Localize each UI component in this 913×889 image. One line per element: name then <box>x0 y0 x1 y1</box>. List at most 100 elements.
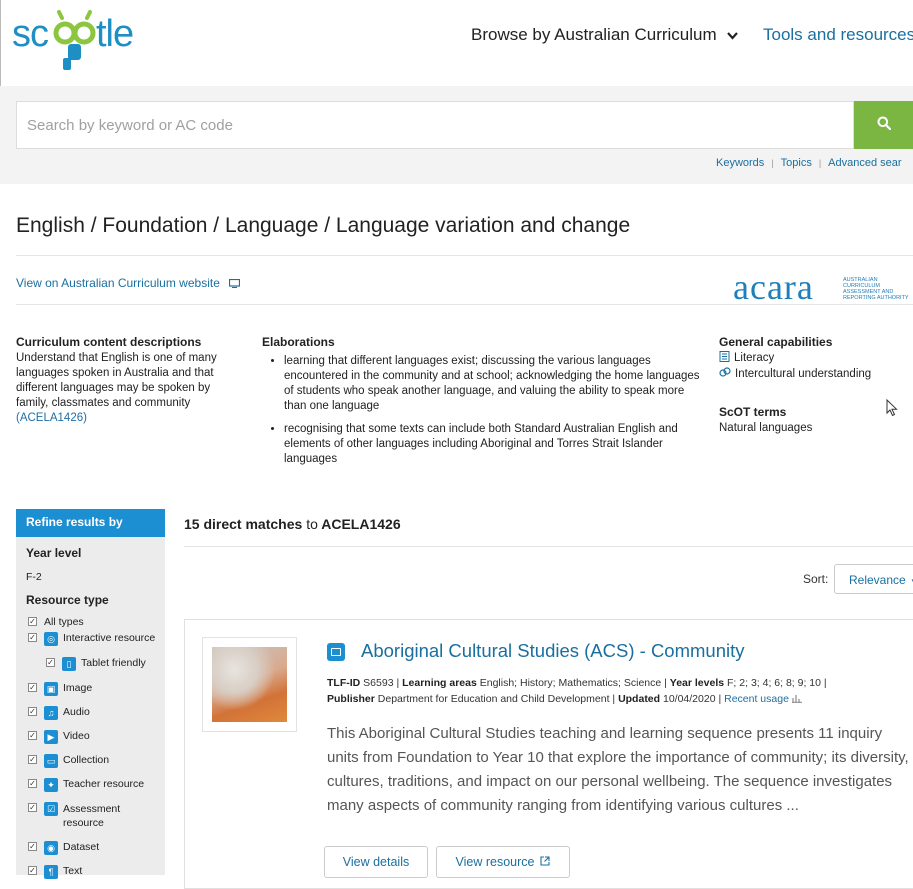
checkbox-checked-icon[interactable]: ✓ <box>28 803 37 812</box>
nav-tools-resources[interactable]: Tools and resources <box>763 25 913 45</box>
filter-video[interactable]: ✓ ▶ Video <box>28 730 90 744</box>
text-icon: ¶ <box>44 865 58 879</box>
dataset-icon: ◉ <box>44 841 58 855</box>
general-capabilities-heading: General capabilities <box>719 335 833 349</box>
result-description: This Aboriginal Cultural Studies teachin… <box>327 725 909 814</box>
learning-areas-value: English; History; Mathematics; Science <box>479 677 662 689</box>
video-icon: ▶ <box>44 730 58 744</box>
general-capabilities: General capabilities Literacy Intercultu… <box>719 335 909 436</box>
keywords-link[interactable]: Keywords <box>716 157 764 169</box>
acara-tagline: AUSTRALIAN CURRICULUM ASSESSMENT AND REP… <box>843 277 909 301</box>
capability-intercultural[interactable]: Intercultural understanding <box>719 367 909 383</box>
interactive-icon: ◎ <box>44 632 58 646</box>
filter-assessment-resource[interactable]: ✓ ☑ Assessment resource <box>28 802 148 830</box>
sort-value: Relevance <box>849 573 906 587</box>
filter-image[interactable]: ✓ ▣ Image <box>28 682 92 696</box>
nav-browse-curriculum[interactable]: Browse by Australian Curriculum <box>471 25 739 45</box>
checkbox-checked-icon[interactable]: ✓ <box>28 842 37 851</box>
year-level-heading: Year level <box>26 546 82 560</box>
content-descriptions-heading: Curriculum content descriptions <box>16 335 202 349</box>
separator: | <box>771 158 774 168</box>
tlf-label: TLF-ID <box>327 677 361 689</box>
resource-type-heading: Resource type <box>26 593 109 607</box>
nav-browse-label: Browse by Australian Curriculum <box>471 25 717 44</box>
advanced-search-link[interactable]: Advanced sear <box>828 157 901 169</box>
recent-usage-link[interactable]: Recent usage <box>724 693 789 705</box>
teacher-resource-icon: ✦ <box>44 778 58 792</box>
view-details-label: View details <box>342 855 410 869</box>
content-descriptions: Curriculum content descriptions Understa… <box>16 335 236 426</box>
result-title-link[interactable]: Aboriginal Cultural Studies (ACS) - Comm… <box>361 640 745 662</box>
filter-all-types[interactable]: ✓ All types <box>28 616 84 628</box>
scootle-logo-mark: sc tle <box>12 10 134 70</box>
results-count-number: 15 direct matches <box>184 516 303 532</box>
filter-label: Video <box>63 730 90 742</box>
view-resource-label: View resource <box>455 855 535 869</box>
topics-link[interactable]: Topics <box>781 157 812 169</box>
audio-icon: ♫ <box>44 706 58 720</box>
filter-tablet-friendly[interactable]: ✓ ▯ Tablet friendly <box>46 657 146 671</box>
tablet-icon: ▯ <box>62 657 76 671</box>
filter-interactive-resource[interactable]: ✓ ◎ Interactive resource <box>28 632 155 646</box>
svg-text:sc: sc <box>12 13 48 55</box>
capability-label: Literacy <box>734 352 775 364</box>
bar-chart-icon <box>791 692 802 708</box>
filter-collection[interactable]: ✓ ▭ Collection <box>28 754 109 768</box>
publisher-value: Department for Education and Child Devel… <box>377 693 610 705</box>
divider <box>16 255 913 256</box>
refine-results-heading: Refine results by <box>16 509 165 537</box>
svg-text:tle: tle <box>96 13 133 55</box>
checkbox-checked-icon[interactable]: ✓ <box>28 707 37 716</box>
learning-areas-label: Learning areas <box>402 677 477 689</box>
capability-literacy[interactable]: Literacy <box>719 351 909 367</box>
checkbox-checked-icon[interactable]: ✓ <box>28 683 37 692</box>
filter-audio[interactable]: ✓ ♫ Audio <box>28 706 90 720</box>
result-metadata: TLF-ID S6593 | Learning areas English; H… <box>327 675 887 708</box>
checkbox-checked-icon[interactable]: ✓ <box>28 731 37 740</box>
search-icon <box>877 116 891 135</box>
search-options: Keywords | Topics | Advanced sear <box>716 157 902 169</box>
scot-term[interactable]: Natural languages <box>719 421 909 436</box>
filter-label: Assessment resource <box>63 803 121 829</box>
divider <box>184 546 913 547</box>
filter-label: Audio <box>63 706 90 718</box>
year-level-value[interactable]: F-2 <box>26 571 42 583</box>
content-description-text: Understand that English is one of many l… <box>16 352 217 409</box>
filter-teacher-resource[interactable]: ✓ ✦ Teacher resource <box>28 778 144 792</box>
scootle-logo[interactable]: sc tle <box>12 8 142 88</box>
mouse-cursor-icon <box>886 398 898 422</box>
checkbox-checked-icon[interactable]: ✓ <box>46 658 55 667</box>
filter-label: Tablet friendly <box>81 657 146 669</box>
literacy-icon <box>719 351 730 367</box>
year-levels-label: Year levels <box>669 677 725 689</box>
checkbox-checked-icon[interactable]: ✓ <box>28 866 37 875</box>
filter-label: Dataset <box>63 841 100 853</box>
checkbox-checked-icon[interactable]: ✓ <box>28 633 37 642</box>
filter-label: Image <box>63 682 93 694</box>
view-resource-button[interactable]: View resource <box>436 846 570 878</box>
tlf-value: S6593 <box>363 677 394 689</box>
search-input[interactable] <box>16 101 854 149</box>
checkbox-checked-icon[interactable]: ✓ <box>28 755 37 764</box>
page-title-breadcrumb: English / Foundation / Language / Langua… <box>16 214 631 237</box>
results-code: ACELA1426 <box>321 516 401 532</box>
checkbox-checked-icon[interactable]: ✓ <box>28 617 37 626</box>
content-code-link[interactable]: (ACELA1426) <box>16 412 87 424</box>
external-link-icon <box>540 855 551 869</box>
search-button[interactable] <box>854 101 913 149</box>
view-details-button[interactable]: View details <box>324 846 428 878</box>
filter-label: All types <box>44 616 84 628</box>
sort-dropdown[interactable]: Relevance ▼ <box>834 564 913 594</box>
filter-text[interactable]: ✓ ¶ Text <box>28 865 82 879</box>
elaboration-item: recognising that some texts can include … <box>284 422 702 467</box>
separator: | <box>818 158 822 168</box>
result-thumbnail-image[interactable] <box>212 647 287 722</box>
filter-label: Teacher resource <box>63 778 145 790</box>
assessment-icon: ☑ <box>44 802 58 816</box>
checkbox-checked-icon[interactable]: ✓ <box>28 779 37 788</box>
elaboration-item: learning that different languages exist;… <box>284 354 702 414</box>
image-icon: ▣ <box>44 682 58 696</box>
filter-dataset[interactable]: ✓ ◉ Dataset <box>28 841 99 855</box>
collection-icon: ▭ <box>44 754 58 768</box>
view-ac-website-link[interactable]: View on Australian Curriculum website <box>16 276 241 291</box>
